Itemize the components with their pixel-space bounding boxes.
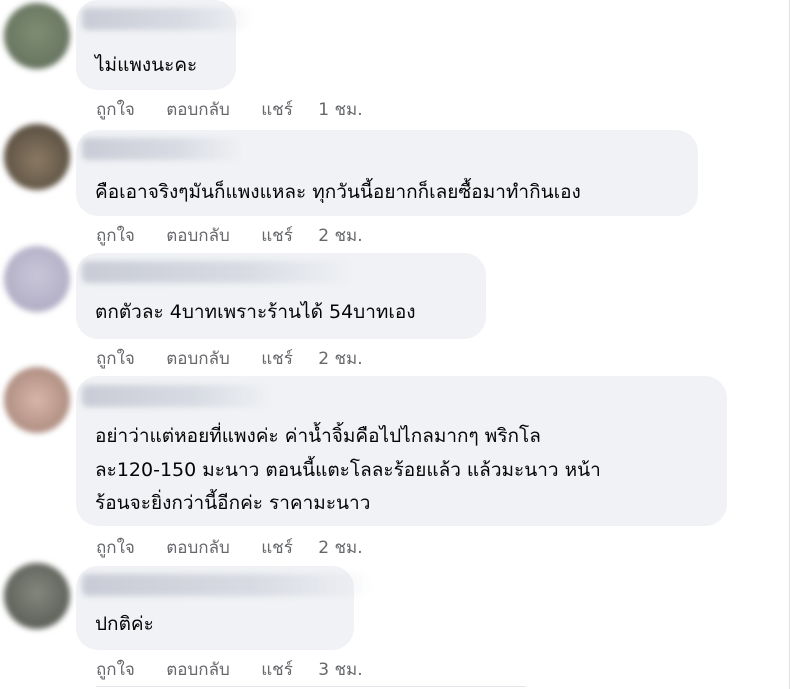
avatar[interactable] (4, 367, 70, 433)
commenter-name[interactable] (82, 385, 272, 407)
reply-button[interactable]: ตอบกลับ (166, 345, 230, 372)
share-button[interactable]: แชร์ (261, 222, 293, 249)
reply-button[interactable]: ตอบกลับ (166, 534, 230, 561)
comment-actions: ถูกใจ ตอบกลับ แชร์ 2 ชม. (96, 534, 389, 561)
avatar[interactable] (4, 3, 70, 69)
avatar[interactable] (4, 563, 70, 629)
commenter-name[interactable] (82, 8, 252, 30)
comment-timestamp[interactable]: 2 ชม. (318, 222, 362, 249)
like-button[interactable]: ถูกใจ (96, 534, 135, 561)
commenter-name[interactable] (82, 574, 372, 596)
avatar[interactable] (4, 246, 70, 312)
comment-timestamp[interactable]: 1 ชม. (318, 96, 362, 123)
comment-bubble: คือเอาจริงๆมันก็แพงแหละ ทุกวันนี้อยากก็เ… (76, 130, 698, 216)
divider (96, 686, 526, 687)
share-button[interactable]: แชร์ (261, 656, 293, 683)
comment-actions: ถูกใจ ตอบกลับ แชร์ 3 ชม. (96, 656, 389, 683)
comment-text-line: ร้อนจะยิ่งกว่านี้อีกค่ะ ราคามะนาว (95, 492, 371, 514)
comment-actions: ถูกใจ ตอบกลับ แชร์ 2 ชม. (96, 345, 389, 372)
comment-text-line: อย่าว่าแต่หอยที่แพงค่ะ ค่าน้ำจิ้มคือไปไก… (95, 425, 541, 447)
reply-button[interactable]: ตอบกลับ (166, 222, 230, 249)
reply-button[interactable]: ตอบกลับ (166, 96, 230, 123)
comment-text: ปกติค่ะ (95, 613, 154, 635)
like-button[interactable]: ถูกใจ (96, 222, 135, 249)
like-button[interactable]: ถูกใจ (96, 345, 135, 372)
comment-bubble: ตกตัวละ 4บาทเพราะร้านได้ 54บาทเอง (76, 253, 486, 339)
share-button[interactable]: แชร์ (261, 345, 293, 372)
scrollbar-track[interactable] (789, 0, 800, 689)
comment-timestamp[interactable]: 2 ชม. (318, 345, 362, 372)
like-button[interactable]: ถูกใจ (96, 656, 135, 683)
comment-text-line: ละ120-150 มะนาว ตอนนี้แตะโลละร้อยแล้ว แล… (95, 459, 601, 481)
comment-actions: ถูกใจ ตอบกลับ แชร์ 1 ชม. (96, 96, 389, 123)
comment-text: คือเอาจริงๆมันก็แพงแหละ ทุกวันนี้อยากก็เ… (95, 181, 581, 203)
comment-bubble: ไม่แพงนะคะ (76, 0, 252, 90)
avatar[interactable] (4, 124, 70, 190)
comment-timestamp[interactable]: 3 ชม. (318, 656, 362, 683)
comment-text: ตกตัวละ 4บาทเพราะร้านได้ 54บาทเอง (95, 301, 416, 323)
share-button[interactable]: แชร์ (261, 534, 293, 561)
comment-bubble: ปกติค่ะ (76, 566, 372, 650)
commenter-name[interactable] (82, 261, 352, 283)
like-button[interactable]: ถูกใจ (96, 96, 135, 123)
comment-text: ไม่แพงนะคะ (95, 54, 198, 76)
comment-actions: ถูกใจ ตอบกลับ แชร์ 2 ชม. (96, 222, 389, 249)
comment-bubble: อย่าว่าแต่หอยที่แพงค่ะ ค่าน้ำจิ้มคือไปไก… (76, 376, 727, 526)
comment-timestamp[interactable]: 2 ชม. (318, 534, 362, 561)
commenter-name[interactable] (82, 138, 242, 160)
share-button[interactable]: แชร์ (261, 96, 293, 123)
reply-button[interactable]: ตอบกลับ (166, 656, 230, 683)
